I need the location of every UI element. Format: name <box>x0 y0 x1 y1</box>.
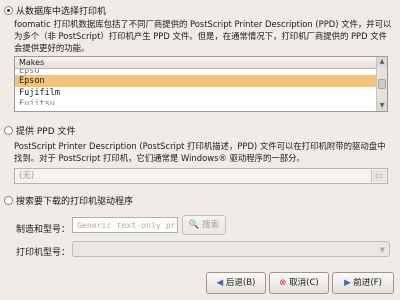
chevron-down-icon: ▼ <box>379 246 385 254</box>
ppd-file-value: (无) <box>19 171 35 181</box>
ppd-option-label[interactable]: 提供 PPD 文件 <box>16 124 76 137</box>
scroll-thumb[interactable] <box>378 79 386 89</box>
database-option-label[interactable]: 从数据库中选择打印机 <box>16 4 106 17</box>
make-model-label: 制造和型号： <box>16 225 71 235</box>
cancel-icon: ⊗ <box>279 278 287 288</box>
database-description: foomatic 打印机数据库包括了不同厂商提供的 PostScript Pri… <box>14 19 392 53</box>
list-item-selected[interactable]: Epson <box>15 75 387 87</box>
ppd-radio[interactable] <box>4 126 13 135</box>
cancel-button[interactable]: ⊗ 取消(C) <box>269 272 329 294</box>
printer-model-combo[interactable]: ▼ <box>72 241 390 257</box>
scroll-up-icon[interactable]: ▲ <box>377 57 387 67</box>
ppd-file-chooser[interactable]: (无) ▭ <box>14 168 388 184</box>
database-radio[interactable] <box>4 6 13 15</box>
search-radio[interactable] <box>4 196 13 205</box>
back-arrow-icon: ◀ <box>216 278 224 288</box>
list-item[interactable]: Fujifilm <box>15 87 387 99</box>
list-scrollbar[interactable]: ▲ ▼ <box>376 57 387 111</box>
search-button[interactable]: 🔍 搜索 <box>182 215 226 235</box>
scroll-down-icon[interactable]: ▼ <box>377 101 387 111</box>
back-button[interactable]: ◀ 后退(B) <box>206 272 266 294</box>
search-option-label[interactable]: 搜索要下载的打印机驱动程序 <box>16 194 133 207</box>
makes-column-header[interactable]: Makes <box>15 57 387 69</box>
make-model-input[interactable]: Generic text-only prir <box>72 217 178 233</box>
makes-list[interactable]: Makes Epso Epson Fujifilm Fujitsu ▲ ▼ <box>14 56 388 112</box>
folder-icon[interactable]: ▭ <box>371 170 386 182</box>
forward-arrow-icon: ▶ <box>344 278 351 288</box>
list-item[interactable]: Fujitsu <box>15 99 387 105</box>
search-icon: 🔍 <box>188 220 200 230</box>
printer-model-label: 打印机型号： <box>16 248 71 258</box>
ppd-description: PostScript Printer Description (PostScri… <box>14 141 386 163</box>
forward-button[interactable]: ▶ 前进(F) <box>332 272 394 294</box>
